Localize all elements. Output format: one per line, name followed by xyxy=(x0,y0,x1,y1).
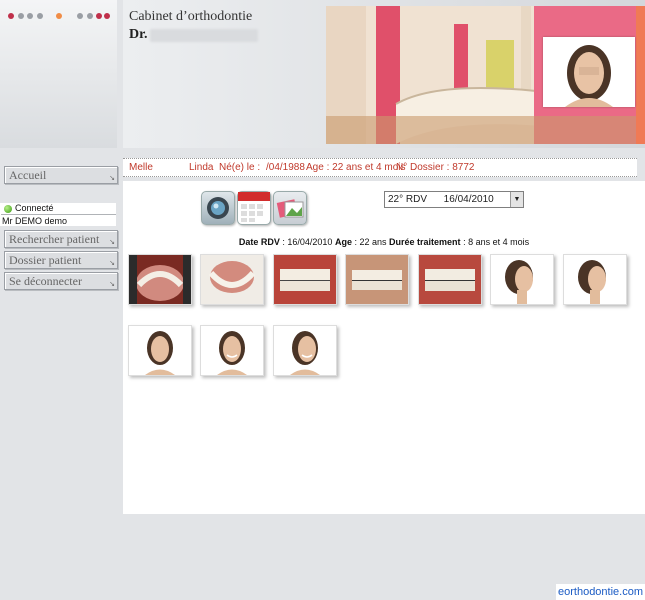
decor-dot xyxy=(77,13,83,19)
patient-title: Melle xyxy=(129,162,153,173)
photo-thumbnail-face-smile[interactable] xyxy=(200,325,264,376)
intraoral-lower-photo xyxy=(201,255,263,304)
nav-dossier-patient-button[interactable]: Dossier patient xyxy=(4,251,118,271)
photos-icon xyxy=(276,199,304,218)
status-divider xyxy=(1,214,116,215)
summary-duree-value: : 8 ans et 4 mois xyxy=(463,237,530,247)
nav-rechercher-patient-button[interactable]: Rechercher patient xyxy=(4,230,118,250)
frontal-teeth-photo xyxy=(274,255,336,304)
calendar-icon xyxy=(238,192,270,222)
calendar-button[interactable] xyxy=(237,191,271,225)
logo-block xyxy=(0,0,117,148)
photo-thumbnail-intraoral-upper[interactable] xyxy=(128,254,192,305)
profile-right-photo xyxy=(491,255,553,304)
photo-thumbnail-left-occlusion[interactable] xyxy=(418,254,482,305)
patient-portrait xyxy=(543,37,635,107)
decor-dot xyxy=(96,13,102,19)
nav-accueil-button[interactable]: Accueil xyxy=(4,166,118,186)
chevron-down-icon[interactable]: ▼ xyxy=(510,192,523,207)
watermark-link[interactable]: eorthodontie.com xyxy=(556,584,645,600)
status-text: Connecté xyxy=(15,203,54,213)
decor-dot xyxy=(104,13,110,19)
face-three-quarter-photo xyxy=(274,326,336,375)
photo-thumbnail-profile-left[interactable] xyxy=(563,254,627,305)
decor-dot xyxy=(87,13,93,19)
nav-deconnecter-button[interactable]: Se déconnecter xyxy=(4,272,118,292)
summary-date-label: Date RDV xyxy=(238,237,280,247)
doctor-label: Dr. xyxy=(129,27,148,42)
doctor-name-redacted xyxy=(150,29,258,42)
decor-dot xyxy=(8,13,14,19)
patient-age: Age : 22 ans et 4 mois xyxy=(306,162,406,173)
patient-face-illustration xyxy=(543,37,635,107)
decor-dot xyxy=(27,13,33,19)
photos-button[interactable] xyxy=(273,191,307,225)
intraoral-upper-photo xyxy=(129,255,191,304)
summary-date-value: : 16/04/2010 xyxy=(282,237,333,247)
photo-thumbnail-face-front[interactable] xyxy=(128,325,192,376)
patient-born-value: /04/1988 xyxy=(266,162,305,173)
summary-age-value: : 22 ans xyxy=(354,237,387,247)
face-front-photo xyxy=(129,326,191,375)
photo-thumbnail-profile-right[interactable] xyxy=(490,254,554,305)
rdv-select-value: 22° RDV 16/04/2010 xyxy=(388,194,494,205)
photo-thumbnail-intraoral-lower[interactable] xyxy=(200,254,264,305)
rdv-select[interactable]: 22° RDV 16/04/2010 ▼ xyxy=(384,191,524,208)
online-status-icon xyxy=(4,205,12,213)
camera-icon xyxy=(207,197,229,219)
photo-thumbnail-frontal-teeth[interactable] xyxy=(273,254,337,305)
profile-left-photo xyxy=(564,255,626,304)
user-name: Mr DEMO demo xyxy=(2,216,68,226)
patient-born-label: Né(e) le : xyxy=(219,162,261,173)
decor-dot xyxy=(18,13,24,19)
cabinet-title: Cabinet d’orthodontie xyxy=(129,9,253,24)
patient-info-bar: Melle Linda Né(e) le : /04/1988 Age : 22… xyxy=(123,158,637,177)
right-occlusion-photo xyxy=(346,255,408,304)
left-occlusion-photo xyxy=(419,255,481,304)
patient-dossier-number: N° Dossier : 8772 xyxy=(396,162,475,173)
face-smile-photo xyxy=(201,326,263,375)
camera-button[interactable] xyxy=(201,191,235,225)
header-accent-strip xyxy=(636,6,645,144)
patient-firstname: Linda xyxy=(189,162,214,173)
decor-dot xyxy=(37,13,43,19)
summary-duree-label: Durée traitement xyxy=(389,237,461,247)
summary-age-label: Age xyxy=(334,237,352,247)
decor-dot xyxy=(56,13,62,19)
rdv-summary: Date RDV : 16/04/2010 Age : 22 ans Durée… xyxy=(123,237,645,247)
photo-thumbnail-face-three-quarter[interactable] xyxy=(273,325,337,376)
photo-thumbnail-right-occlusion[interactable] xyxy=(345,254,409,305)
